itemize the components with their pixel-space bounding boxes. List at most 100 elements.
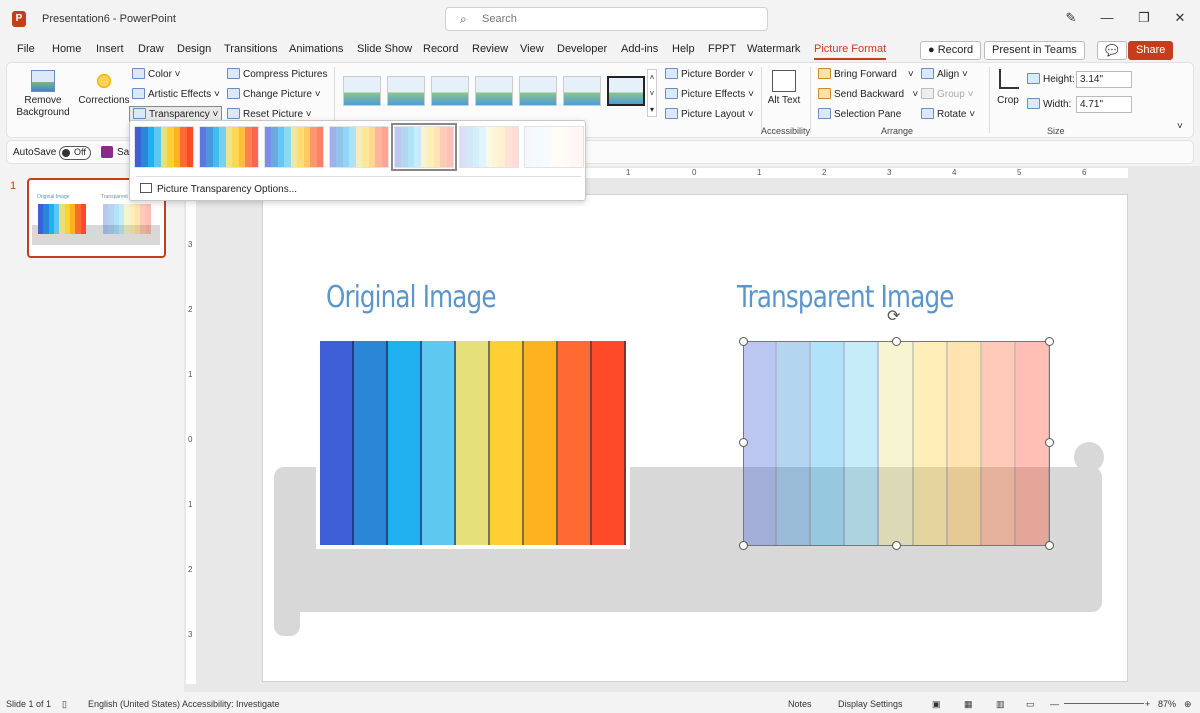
remove-background-button[interactable]: Remove Background: [13, 95, 73, 119]
compress-pictures-button[interactable]: Compress Pictures: [227, 68, 327, 80]
tab-review[interactable]: Review: [472, 43, 508, 55]
tab-transitions[interactable]: Transitions: [224, 43, 277, 55]
corrections-icon[interactable]: [93, 70, 115, 92]
reading-view-icon[interactable]: ▥: [996, 699, 1005, 710]
transparency-95-percent[interactable]: [524, 126, 584, 168]
picture-layout-icon: [665, 108, 678, 119]
slideshow-icon[interactable]: ▭: [1026, 699, 1035, 710]
picture-style-2[interactable]: [387, 76, 425, 106]
width-input[interactable]: 4.71": [1076, 96, 1132, 113]
zoom-slider[interactable]: [1064, 703, 1144, 704]
picture-border-button[interactable]: Picture Border ˅: [665, 68, 754, 80]
autosave-toggle[interactable]: Off: [59, 146, 91, 160]
resize-handle-bottom[interactable]: [892, 541, 901, 550]
alt-text-button[interactable]: Alt Text: [767, 95, 801, 107]
send-backward-button[interactable]: Send Backward ˅: [818, 88, 918, 100]
picture-style-3[interactable]: [431, 76, 469, 106]
comments-button[interactable]: 💬: [1097, 41, 1127, 60]
resize-handle-bottom-right[interactable]: [1045, 541, 1054, 550]
styles-scroll[interactable]: ˄ ˅ ▾: [647, 69, 657, 117]
picture-style-1[interactable]: [343, 76, 381, 106]
spelling-icon[interactable]: ▯: [62, 699, 67, 710]
alt-text-icon[interactable]: [772, 70, 796, 92]
crop-icon[interactable]: [999, 69, 1019, 89]
transparency-80-percent[interactable]: [459, 126, 519, 168]
tab-watermark[interactable]: Watermark: [747, 43, 800, 55]
fit-slide-icon[interactable]: ⊕: [1184, 699, 1192, 710]
search-input[interactable]: [482, 11, 752, 27]
image-stripe: [388, 341, 422, 545]
remove-background-icon[interactable]: [31, 70, 55, 92]
share-button[interactable]: Share: [1128, 41, 1174, 60]
maximize-button[interactable]: ❐: [1135, 10, 1153, 26]
resize-handle-top-right[interactable]: [1045, 337, 1054, 346]
close-button[interactable]: ✕: [1171, 10, 1189, 26]
crop-button[interactable]: Crop: [993, 95, 1023, 107]
picture-effects-button[interactable]: Picture Effects ˅: [665, 88, 754, 100]
tab-developer[interactable]: Developer: [557, 43, 607, 55]
language[interactable]: English (United States): [88, 699, 180, 709]
tab-animations[interactable]: Animations: [289, 43, 343, 55]
change-picture-button[interactable]: Change Picture ˅: [227, 88, 321, 100]
rotate-button[interactable]: Rotate ˅: [921, 108, 975, 120]
transparency-icon: [133, 108, 146, 119]
resize-handle-left[interactable]: [739, 438, 748, 447]
tab-help[interactable]: Help: [672, 43, 695, 55]
normal-view-icon[interactable]: ▣: [932, 699, 941, 710]
transparent-image-heading[interactable]: Transparent Image: [737, 280, 954, 315]
save-icon[interactable]: [101, 146, 113, 158]
resize-handle-top[interactable]: [892, 337, 901, 346]
resize-handle-bottom-left[interactable]: [739, 541, 748, 550]
bring-forward-button[interactable]: Bring Forward ˅: [818, 68, 914, 80]
artistic-effects-button[interactable]: Artistic Effects ˅: [132, 88, 220, 100]
transparency-0-percent[interactable]: [134, 126, 194, 168]
tab-view[interactable]: View: [520, 43, 544, 55]
align-button[interactable]: Align ˅: [921, 68, 968, 80]
tab-design[interactable]: Design: [177, 43, 211, 55]
zoom-out-button[interactable]: —: [1050, 699, 1059, 709]
resize-handle-right[interactable]: [1045, 438, 1054, 447]
tab-add-ins[interactable]: Add-ins: [621, 43, 658, 55]
notes-button[interactable]: Notes: [788, 699, 812, 709]
original-image-heading[interactable]: Original Image: [326, 280, 496, 315]
zoom-level[interactable]: 87%: [1158, 699, 1176, 709]
original-image[interactable]: [316, 337, 630, 549]
transparency-65-percent[interactable]: [391, 123, 457, 171]
record-button[interactable]: ● Record: [920, 41, 982, 60]
transparency-30-percent[interactable]: [264, 126, 324, 168]
picture-style-5[interactable]: [519, 76, 557, 106]
tab-file[interactable]: File: [17, 43, 35, 55]
picture-style-6[interactable]: [563, 76, 601, 106]
transparency-15-percent[interactable]: [199, 126, 259, 168]
accessibility-status[interactable]: Accessibility: Investigate: [182, 699, 280, 709]
tab-home[interactable]: Home: [52, 43, 81, 55]
display-settings-button[interactable]: Display Settings: [838, 699, 903, 709]
collapse-ribbon-icon[interactable]: ˅: [1177, 121, 1183, 132]
color-button[interactable]: Color ˅: [132, 68, 181, 80]
present-in-teams-button[interactable]: Present in Teams: [984, 41, 1085, 60]
slide-sorter-icon[interactable]: ▦: [964, 699, 973, 710]
corrections-button[interactable]: Corrections: [77, 95, 131, 107]
slide-count: Slide 1 of 1: [6, 699, 52, 709]
reset-picture-button[interactable]: Reset Picture ˅: [227, 108, 312, 120]
minimize-button[interactable]: —: [1098, 10, 1116, 25]
zoom-in-button[interactable]: +: [1145, 699, 1150, 709]
height-input[interactable]: 3.14": [1076, 71, 1132, 88]
selection-pane-button[interactable]: Selection Pane: [818, 108, 901, 120]
transparency-50-percent[interactable]: [329, 126, 389, 168]
search-box[interactable]: ⌕: [445, 7, 768, 31]
tab-insert[interactable]: Insert: [96, 43, 124, 55]
tab-fppt[interactable]: FPPT: [708, 43, 736, 55]
picture-transparency-options[interactable]: Picture Transparency Options...: [140, 183, 297, 195]
pen-icon[interactable]: ✎: [1062, 10, 1080, 26]
rotate-handle-icon[interactable]: ⟳: [887, 306, 900, 326]
picture-layout-button[interactable]: Picture Layout ˅: [665, 108, 754, 120]
tab-record[interactable]: Record: [423, 43, 458, 55]
tab-draw[interactable]: Draw: [138, 43, 164, 55]
image-stripe: [381, 127, 388, 167]
picture-style-4[interactable]: [475, 76, 513, 106]
tab-slide-show[interactable]: Slide Show: [357, 43, 412, 55]
picture-style-7[interactable]: [607, 76, 645, 106]
resize-handle-top-left[interactable]: [739, 337, 748, 346]
tab-picture-format[interactable]: Picture Format: [814, 43, 887, 60]
